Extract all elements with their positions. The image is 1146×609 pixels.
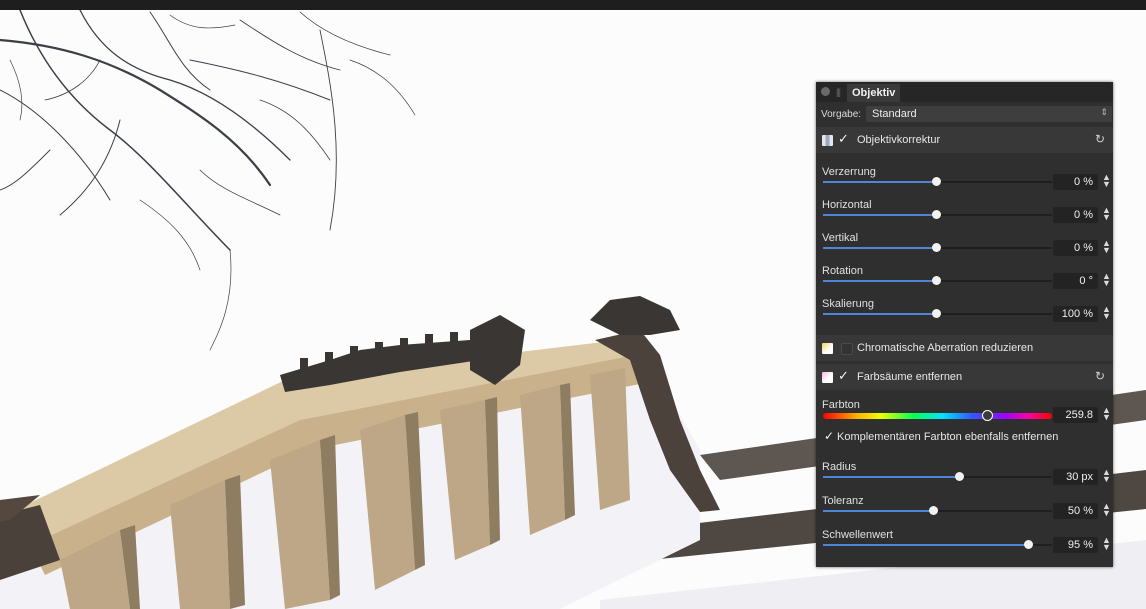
stepper-icon[interactable]: ▲ ▼	[1102, 406, 1111, 422]
slider-knob[interactable]	[932, 210, 941, 219]
param-toleranz: Toleranz 50 % ▲ ▼	[816, 495, 1113, 528]
slider-fill	[823, 476, 960, 478]
stepper-icon[interactable]: ▲ ▼	[1102, 305, 1111, 321]
param-label: Verzerrung	[822, 166, 876, 178]
slider-knob[interactable]	[932, 276, 941, 285]
preset-value: Standard	[872, 108, 917, 120]
value-field[interactable]: 259.8	[1053, 407, 1098, 423]
value-field[interactable]: 50 %	[1053, 503, 1098, 519]
section-objektivkorrektur[interactable]: ✓ Objektivkorrektur ↻	[816, 127, 1113, 153]
param-label: Horizontal	[822, 199, 872, 211]
section-farbsaeume[interactable]: ✓ Farbsäume entfernen ↻	[816, 364, 1113, 390]
section-label: Objektivkorrektur	[857, 134, 941, 146]
tab-objektiv[interactable]: Objektiv	[847, 84, 901, 102]
value-field[interactable]: 95 %	[1053, 537, 1098, 553]
stepper-icon[interactable]: ▲ ▼	[1102, 173, 1111, 189]
param-verzerrung: Verzerrung 0 % ▲ ▼	[816, 166, 1113, 199]
slider-knob[interactable]	[932, 243, 941, 252]
stepper-icon[interactable]: ▲ ▼	[1102, 206, 1111, 222]
close-icon[interactable]	[821, 87, 830, 96]
section-label: Farbsäume entfernen	[857, 371, 963, 383]
preset-select[interactable]: Standard ⇕	[866, 106, 1112, 122]
complementary-label: Komplementären Farbton ebenfalls entfern…	[837, 431, 1059, 443]
stepper-icon[interactable]: ▲ ▼	[1102, 536, 1111, 552]
slider-knob[interactable]	[955, 472, 964, 481]
slider-knob[interactable]	[1024, 540, 1033, 549]
value-text: 0 °	[1079, 275, 1093, 287]
stepper-icon[interactable]: ▲ ▼	[1102, 239, 1111, 255]
slider-fill	[823, 247, 937, 249]
value-text: 0 %	[1074, 209, 1093, 221]
param-radius: Radius 30 px ▲ ▼	[816, 461, 1113, 494]
hue-slider[interactable]	[823, 410, 1052, 421]
chevron-updown-icon: ⇕	[1100, 107, 1108, 117]
checkmark-icon[interactable]: ✓	[838, 368, 849, 384]
reset-icon[interactable]: ↻	[1095, 369, 1105, 383]
value-text: 100 %	[1061, 308, 1093, 320]
param-label: Rotation	[822, 265, 863, 277]
param-vertikal: Vertikal 0 % ▲ ▼	[816, 232, 1113, 265]
value-text: 0 %	[1074, 242, 1093, 254]
preset-row: Vorgabe: Standard ⇕	[816, 104, 1113, 124]
param-horizontal: Horizontal 0 % ▲ ▼	[816, 199, 1113, 232]
param-label: Farbton	[822, 399, 860, 411]
value-field[interactable]: 0 %	[1053, 174, 1098, 190]
value-field[interactable]: 30 px	[1053, 469, 1098, 485]
preset-label: Vorgabe:	[821, 109, 862, 120]
param-label: Radius	[822, 461, 857, 473]
slider-track[interactable]	[823, 309, 1052, 318]
param-label: Schwellenwert	[822, 529, 893, 541]
stepper-icon[interactable]: ▲ ▼	[1102, 468, 1111, 484]
value-text: 95 %	[1067, 539, 1093, 551]
slider-knob[interactable]	[932, 177, 941, 186]
slider-fill	[823, 214, 937, 216]
checkbox[interactable]	[841, 343, 853, 355]
slider-track[interactable]	[823, 540, 1052, 549]
slider-fill	[823, 544, 1029, 546]
value-field[interactable]: 0 %	[1053, 207, 1098, 223]
param-skalierung: Skalierung 100 % ▲ ▼	[816, 298, 1113, 331]
slider-track[interactable]	[823, 276, 1052, 285]
grip-icon[interactable]: |||	[836, 87, 841, 97]
section-chromatic-aberration[interactable]: Chromatische Aberration reduzieren	[816, 335, 1113, 361]
slider-track[interactable]	[823, 210, 1052, 219]
slider-track[interactable]	[823, 177, 1052, 186]
slider-track[interactable]	[823, 506, 1052, 515]
param-farbton: Farbton 259.8 ▲ ▼	[816, 399, 1113, 432]
reset-icon[interactable]: ↻	[1095, 132, 1105, 146]
section-label: Chromatische Aberration reduzieren	[857, 342, 1034, 354]
top-edge-bar	[0, 0, 1146, 10]
value-field[interactable]: 0 °	[1053, 273, 1098, 289]
slider-knob[interactable]	[929, 506, 938, 515]
lens-distortion-icon	[822, 135, 833, 146]
stepper-icon[interactable]: ▲ ▼	[1102, 502, 1111, 518]
param-label: Vertikal	[822, 232, 859, 244]
slider-fill	[823, 181, 937, 183]
param-label: Skalierung	[822, 298, 874, 310]
param-rotation: Rotation 0 ° ▲ ▼	[816, 265, 1113, 298]
panel-titlebar[interactable]: ||| Objektiv	[816, 82, 1113, 102]
value-field[interactable]: 100 %	[1053, 306, 1098, 322]
slider-track[interactable]	[823, 472, 1052, 481]
value-text: 30 px	[1066, 471, 1093, 483]
slider-track[interactable]	[823, 243, 1052, 252]
value-text: 50 %	[1067, 505, 1093, 517]
slider-fill	[823, 313, 937, 315]
stepper-icon[interactable]: ▲ ▼	[1102, 272, 1111, 288]
value-text: 0 %	[1074, 176, 1093, 188]
complementary-option[interactable]: ✓ Komplementären Farbton ebenfalls entfe…	[824, 429, 1109, 445]
checkmark-icon[interactable]: ✓	[824, 429, 834, 443]
value-text: 259.8	[1065, 409, 1093, 421]
defringe-icon	[822, 372, 833, 383]
lens-panel[interactable]: ||| Objektiv Vorgabe: Standard ⇕ ✓ Objek…	[816, 82, 1113, 567]
slider-fill	[823, 510, 934, 512]
param-label: Toleranz	[822, 495, 864, 507]
checkmark-icon[interactable]: ✓	[838, 131, 849, 147]
slider-knob[interactable]	[932, 309, 941, 318]
slider-fill	[823, 280, 937, 282]
value-field[interactable]: 0 %	[1053, 240, 1098, 256]
slider-knob[interactable]	[982, 410, 993, 421]
param-schwellenwert: Schwellenwert 95 % ▲ ▼	[816, 529, 1113, 562]
chromatic-aberration-icon	[822, 343, 833, 354]
